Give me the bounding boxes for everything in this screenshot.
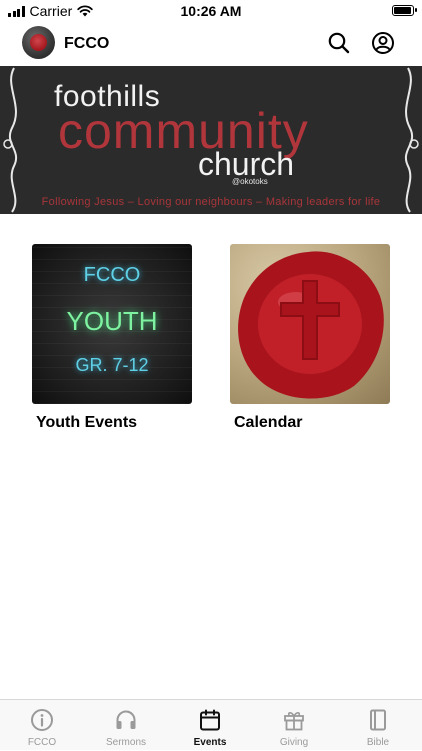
app-logo bbox=[22, 26, 55, 59]
tab-fcco[interactable]: FCCO bbox=[0, 700, 84, 751]
status-time: 10:26 AM bbox=[180, 3, 242, 19]
tab-label-sermons: Sermons bbox=[105, 737, 146, 748]
headphones-icon bbox=[116, 710, 136, 729]
wax-seal-cross-icon bbox=[238, 251, 384, 399]
youth-events-label[interactable]: Youth Events bbox=[36, 414, 192, 432]
info-icon bbox=[31, 709, 53, 731]
tab-label-bible: Bible bbox=[366, 737, 390, 748]
youth-image-line-1: FCCO bbox=[83, 264, 141, 286]
youth-image-line-2: YOUTH bbox=[66, 306, 158, 336]
banner-tagline: Following Jesus – Loving our neighbours … bbox=[41, 196, 381, 208]
account-icon[interactable] bbox=[371, 31, 395, 55]
battery-icon bbox=[392, 5, 417, 16]
tab-label-fcco: FCCO bbox=[27, 737, 57, 748]
tab-label-giving: Giving bbox=[279, 737, 309, 748]
tab-bar: FCCO Sermons Events Giving Bible bbox=[0, 699, 422, 750]
nav-bar: FCCO bbox=[0, 22, 422, 66]
calendar-icon bbox=[200, 709, 220, 731]
youth-events-card[interactable]: FCCO YOUTH GR. 7-12 Youth Events bbox=[32, 244, 192, 432]
tab-bible[interactable]: Bible bbox=[336, 700, 420, 751]
calendar-label[interactable]: Calendar bbox=[234, 414, 390, 432]
tab-sermons[interactable]: Sermons bbox=[84, 700, 168, 751]
youth-events-image[interactable]: FCCO YOUTH GR. 7-12 bbox=[32, 244, 192, 404]
tab-giving[interactable]: Giving bbox=[252, 700, 336, 751]
book-icon bbox=[370, 709, 386, 731]
church-banner: foothills community church @okotoks Foll… bbox=[0, 66, 422, 214]
calendar-image[interactable] bbox=[230, 244, 390, 404]
banner-location: @okotoks bbox=[232, 177, 268, 186]
app-title: FCCO bbox=[64, 35, 110, 52]
left-scroll-ornament bbox=[3, 67, 17, 213]
youth-image-line-3: GR. 7-12 bbox=[75, 355, 149, 375]
tab-label-events: Events bbox=[193, 737, 227, 748]
right-scroll-ornament bbox=[405, 67, 419, 213]
calendar-card[interactable]: Calendar bbox=[230, 244, 390, 432]
status-bar: Carrier 10:26 AM bbox=[0, 0, 422, 22]
search-icon[interactable] bbox=[327, 31, 351, 55]
tab-events[interactable]: Events bbox=[168, 700, 252, 751]
gift-icon bbox=[284, 712, 304, 731]
